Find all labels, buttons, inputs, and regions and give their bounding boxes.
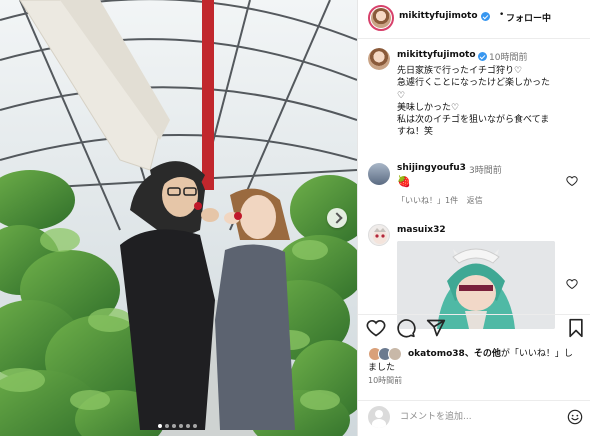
header-divider (358, 38, 590, 39)
carousel-dot (165, 424, 169, 428)
comment-sticker-image (397, 241, 555, 329)
post-photo[interactable] (0, 0, 357, 436)
commenter-username[interactable]: masuix32 (397, 225, 446, 235)
emoji-icon[interactable] (567, 409, 583, 425)
photo-scene (0, 0, 357, 436)
anime-character-sticker-icon (397, 241, 555, 329)
likes-others[interactable]: 、その他 (465, 349, 501, 359)
carousel-dot (186, 424, 190, 428)
caption-line: 私は次のイチゴを狙いながら食べてま (397, 115, 550, 126)
post-header: mikittyfujimoto • フォロー中 (358, 0, 590, 38)
caption-line: すね！笑 (397, 127, 434, 138)
post-side-panel: mikittyfujimoto • フォロー中 mikittyfujimoto … (357, 0, 590, 436)
current-user-avatar (368, 406, 390, 428)
likes-summary: okatomo38、その他が「いいね！」し ました (358, 343, 590, 373)
carousel-dots (158, 424, 197, 428)
likes-text-line2: ました (368, 363, 396, 373)
author-avatar[interactable] (368, 5, 394, 31)
carousel-dot (193, 424, 197, 428)
liker-avatar (388, 347, 402, 361)
comments-divider (358, 314, 590, 315)
caption-line: 急遽行くことになったけど楽しかった (397, 78, 551, 89)
verified-badge-icon (481, 12, 490, 21)
carousel-dot (158, 424, 162, 428)
comment-time: 3時間前 (469, 166, 502, 176)
post-timestamp[interactable]: 10時間前 (368, 375, 402, 386)
caption-line: 先日家族で行ったイチゴ狩り♡ (397, 66, 523, 76)
carousel-dot (172, 424, 176, 428)
header-separator: • (499, 10, 505, 20)
next-photo-button[interactable] (327, 208, 347, 228)
commenter-username[interactable]: shijingyoufu3 (397, 163, 466, 173)
commenter-avatar[interactable] (368, 163, 390, 185)
comment-item: shijingyoufu3 3時間前 🍓 「いいね！」1件 返信 (358, 160, 590, 210)
comment-heart-icon[interactable] (566, 175, 578, 187)
caption-username[interactable]: mikittyfujimoto (397, 50, 476, 60)
author-username[interactable]: mikittyfujimoto (399, 11, 478, 21)
comment-likes-count[interactable]: 「いいね！」1件 (397, 196, 458, 205)
caption-time: 10時間前 (489, 53, 528, 63)
caption-text: 先日家族で行ったイチゴ狩り♡ 急遽行くことになったけど楽しかった ♡ 美味しかっ… (397, 65, 587, 139)
caption-line: ♡ (397, 90, 406, 101)
caption-line: 美味しかった♡ (397, 102, 460, 113)
verified-badge-icon (478, 52, 487, 61)
comment-emoji: 🍓 (397, 175, 411, 188)
likes-suffix: が「いいね！」し (500, 349, 573, 359)
commenter-avatar[interactable] (368, 224, 390, 246)
commenter-avatar-art (373, 228, 387, 244)
likes-text: okatomo38、その他が「いいね！」し (408, 348, 586, 361)
liker-avatars (368, 347, 404, 361)
comment-icon[interactable] (396, 318, 416, 338)
bookmark-icon[interactable] (566, 318, 586, 338)
comment-meta: 「いいね！」1件 返信 (397, 195, 483, 206)
liker-username[interactable]: okatomo38 (408, 349, 465, 359)
comment-item: masuix32 (358, 220, 590, 329)
comment-box (358, 400, 590, 436)
post-actions (358, 318, 590, 340)
following-button[interactable]: フォロー中 (506, 11, 551, 24)
heart-icon[interactable] (366, 318, 386, 338)
comment-heart-icon[interactable] (566, 278, 578, 290)
comment-input[interactable] (400, 410, 560, 424)
reply-button[interactable]: 返信 (467, 196, 483, 205)
caption-avatar[interactable] (368, 48, 390, 70)
carousel-dot (179, 424, 183, 428)
share-icon[interactable] (426, 318, 446, 338)
